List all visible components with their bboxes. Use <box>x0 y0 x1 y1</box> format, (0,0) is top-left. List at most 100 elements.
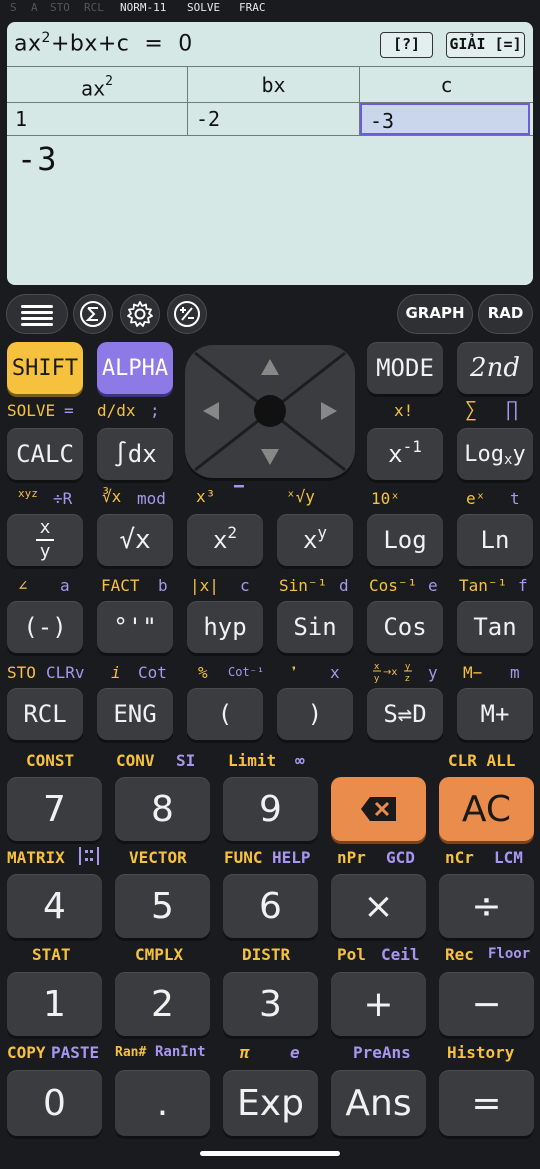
table-header-row: ax2 bx c <box>7 67 533 103</box>
negative-key[interactable]: (-) <box>7 601 83 653</box>
label-gcd: GCD <box>386 848 415 867</box>
dpad-down[interactable] <box>245 437 295 477</box>
all-clear-key[interactable]: AC <box>439 777 534 841</box>
equation-label: ax2+bx+c = 0 <box>14 30 193 57</box>
minus-key[interactable]: − <box>439 972 534 1036</box>
dpad-left[interactable] <box>187 389 235 433</box>
alpha-key[interactable]: ALPHA <box>97 342 173 394</box>
coefficient-c-cell[interactable]: -3 <box>360 103 530 135</box>
coefficient-b-cell[interactable]: -2 <box>188 103 360 135</box>
label-conv: CONV <box>116 751 155 770</box>
dpad-up[interactable] <box>245 345 295 389</box>
plus-minus-button[interactable] <box>167 294 207 334</box>
calc-key[interactable]: CALC <box>7 428 83 480</box>
arrow-down-icon <box>261 449 279 465</box>
delete-key[interactable] <box>331 777 426 841</box>
multiply-key[interactable]: × <box>331 874 426 938</box>
second-key[interactable]: 2nd <box>457 342 533 394</box>
digit-9-key[interactable]: 9 <box>223 777 318 841</box>
coefficient-a-cell[interactable]: 1 <box>7 103 188 135</box>
graph-button[interactable]: GRAPH <box>397 294 473 334</box>
svg-text:y: y <box>374 674 380 684</box>
exp-key[interactable]: Exp <box>223 1070 318 1136</box>
sqrt-key[interactable]: √x <box>97 514 173 566</box>
menu-button[interactable] <box>6 294 68 334</box>
square-key[interactable]: x2 <box>187 514 263 566</box>
m-plus-key[interactable]: M+ <box>457 688 533 740</box>
ans-key[interactable]: Ans <box>331 1070 426 1136</box>
digit-8-key[interactable]: 8 <box>115 777 210 841</box>
status-a: A <box>31 1 38 14</box>
backspace-icon <box>360 797 396 821</box>
label-ran: Ran# <box>115 1045 147 1060</box>
label-cmplx: CMPLX <box>135 945 184 964</box>
help-button[interactable]: [?] <box>380 32 433 58</box>
tan-key[interactable]: Tan <box>457 601 533 653</box>
label-comma: ❜ <box>289 663 299 682</box>
divide-key[interactable]: ÷ <box>439 874 534 938</box>
plus-key[interactable]: + <box>331 972 426 1036</box>
digit-2-key[interactable]: 2 <box>115 972 210 1036</box>
result-value: -3 <box>17 140 58 178</box>
digit-3-key[interactable]: 3 <box>223 972 318 1036</box>
label-factorial: x! <box>394 401 414 420</box>
eng-key[interactable]: ENG <box>97 688 173 740</box>
ln-key[interactable]: Ln <box>457 514 533 566</box>
shift-key[interactable]: SHIFT <box>7 342 83 394</box>
s-to-d-key[interactable]: S⇌D <box>367 688 443 740</box>
status-norm: NORM-11 <box>120 1 167 14</box>
solve-button[interactable]: GIẢI [=] <box>446 32 525 58</box>
label-i: i <box>111 663 121 682</box>
inverse-key[interactable]: x -1 <box>367 428 443 480</box>
label-floor: Floor <box>488 946 531 962</box>
integral-key[interactable]: ∫dx <box>97 428 173 480</box>
sigma-button[interactable] <box>73 294 113 334</box>
gear-icon <box>127 301 153 327</box>
equals-key[interactable]: = <box>439 1070 534 1136</box>
digit-5-key[interactable]: 5 <box>115 874 210 938</box>
label-t: t <box>510 489 520 508</box>
label-copy: COPY <box>7 1043 46 1062</box>
status-rcl: RCL <box>84 1 104 14</box>
power-key[interactable]: xy <box>277 514 353 566</box>
label-ex: eˣ <box>466 489 486 508</box>
mode-key[interactable]: MODE <box>367 342 443 394</box>
label-matrix: MATRIX <box>7 848 65 867</box>
arrow-right-icon <box>321 402 337 420</box>
inverse-base: x <box>388 440 403 468</box>
hyp-key[interactable]: hyp <box>187 601 263 653</box>
log-base-sub: x <box>504 452 513 468</box>
table-value-row: 1 -2 -3 <box>7 103 533 136</box>
label-mminus: M− <box>463 663 483 682</box>
settings-button[interactable] <box>120 294 160 334</box>
dpad-right[interactable] <box>305 389 353 433</box>
label-mod: mod <box>137 489 166 508</box>
digit-0-key[interactable]: 0 <box>7 1070 102 1136</box>
right-paren-key[interactable]: ) <box>277 688 353 740</box>
sin-key[interactable]: Sin <box>277 601 353 653</box>
digit-1-key[interactable]: 1 <box>7 972 102 1036</box>
log-key[interactable]: Log <box>367 514 443 566</box>
rad-button[interactable]: RAD <box>478 294 533 334</box>
label-lcm: LCM <box>494 848 523 867</box>
label-paste: PASTE <box>51 1043 100 1062</box>
fraction-key[interactable]: x y <box>7 514 83 566</box>
digit-7-key[interactable]: 7 <box>7 777 102 841</box>
label-clr-all: CLR ALL <box>448 751 516 770</box>
left-paren-key[interactable]: ( <box>187 688 263 740</box>
digit-4-key[interactable]: 4 <box>7 874 102 938</box>
status-sto: STO <box>50 1 70 14</box>
fraction-denominator: y <box>39 541 51 562</box>
power-base: x <box>302 526 318 554</box>
log-base-key[interactable]: Log x y <box>457 428 533 480</box>
label-ranint: RanInt <box>155 1044 206 1060</box>
label-limit: Limit <box>228 751 277 770</box>
home-indicator[interactable] <box>200 1151 340 1156</box>
dms-key[interactable]: °'" <box>97 601 173 653</box>
digit-6-key[interactable]: 6 <box>223 874 318 938</box>
decimal-key[interactable]: . <box>115 1070 210 1136</box>
rcl-key[interactable]: RCL <box>7 688 83 740</box>
cos-key[interactable]: Cos <box>367 601 443 653</box>
label-10x: 10ˣ <box>371 489 400 508</box>
label-sto: STO <box>7 663 36 682</box>
